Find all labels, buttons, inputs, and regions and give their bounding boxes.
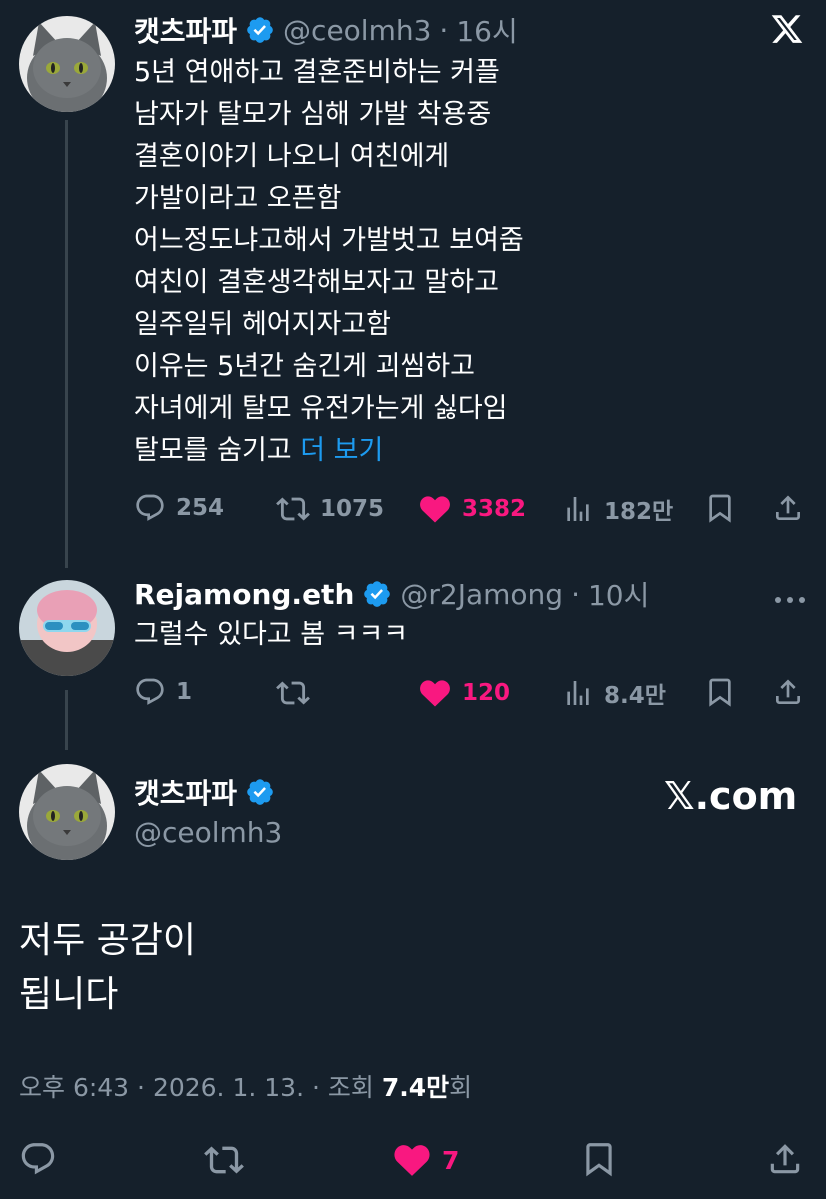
tweet-body: 저두 공감이 됩니다 (19, 914, 196, 1022)
tweet-line-text: 탈모를 숨기고 (134, 435, 292, 466)
heart-icon (420, 680, 450, 707)
more-icon[interactable] (774, 590, 806, 609)
reply-icon (21, 1143, 55, 1175)
tweet-line: 자녀에게 탈모 유전가는게 싫다임 (134, 393, 508, 424)
reply-button[interactable]: 254 (134, 492, 224, 524)
share-icon (770, 1144, 800, 1174)
separator-dot: · (571, 577, 580, 611)
retweet-icon (204, 1146, 244, 1174)
avatar[interactable] (19, 16, 115, 112)
thread-line-1 (65, 120, 68, 568)
reply-icon (136, 678, 164, 705)
bookmark-icon (709, 678, 731, 707)
like-count: 7 (442, 1145, 460, 1175)
retweet-button[interactable]: 1075 (276, 492, 384, 526)
verified-icon (247, 17, 273, 43)
views-icon (567, 681, 589, 705)
verified-icon (364, 581, 391, 607)
like-button[interactable]: 120 (418, 676, 510, 710)
tweet-line: 일주일뒤 헤어지자고함 (134, 309, 391, 340)
heart-icon (394, 1145, 430, 1176)
tweet-line: 어느정도냐고해서 가발벗고 보여줌 (134, 225, 524, 256)
like-count: 3382 (462, 496, 527, 522)
author-handle[interactable]: @ceolmh3 (283, 14, 431, 47)
avatar[interactable] (19, 764, 115, 860)
author-name[interactable]: Rejamong.eth (134, 578, 354, 611)
views-count: 182만 (604, 499, 674, 525)
reply-button[interactable] (19, 1140, 57, 1178)
share-button[interactable] (772, 676, 804, 708)
author-name[interactable]: 캣츠파파 (134, 10, 237, 50)
bookmark-button[interactable] (704, 492, 736, 524)
separator-dot: · (439, 13, 449, 47)
tweet-line: 탈모를 숨기고 더 보기 (134, 430, 524, 472)
views-button[interactable]: 8.4만 (562, 676, 666, 710)
tweet-line: 남자가 탈모가 심해 가발 착용중 (134, 99, 492, 130)
bookmark-icon (709, 494, 731, 523)
thread-line-2 (65, 690, 68, 750)
share-button[interactable] (772, 492, 804, 524)
views-suffix: 회 (449, 1073, 473, 1102)
views-button[interactable]: 182만 (562, 492, 673, 526)
retweet-count: 1075 (320, 496, 385, 522)
like-count: 120 (462, 680, 511, 706)
share-button[interactable] (766, 1140, 804, 1178)
author-name[interactable]: 캣츠파파 (134, 772, 237, 812)
tweet-body: 5년 연애하고 결혼준비하는 커플 남자가 탈모가 심해 가발 착용중 결혼이야… (134, 52, 524, 472)
tweet-line: 저두 공감이 (19, 920, 197, 961)
tweet-line: 5년 연애하고 결혼준비하는 커플 (134, 57, 500, 88)
heart-icon (420, 496, 450, 523)
retweet-icon (276, 497, 310, 521)
tweet-line: 이유는 5년간 숨긴게 괴씸하고 (134, 351, 476, 382)
retweet-button[interactable] (204, 1140, 244, 1180)
share-icon (776, 495, 800, 520)
verified-icon (247, 779, 273, 805)
tweet-meta: 오후 6:43 · 2026. 1. 13. · 조회 7.4만회 (19, 1073, 473, 1102)
views-count: 7.4만 (381, 1073, 450, 1102)
bookmark-icon (586, 1143, 612, 1177)
views-icon (567, 497, 589, 521)
tweet-line: 됩니다 (19, 974, 119, 1015)
avatar[interactable] (19, 580, 115, 676)
timestamp[interactable]: 16시 (456, 10, 517, 50)
timestamp[interactable]: 10시 (588, 574, 649, 614)
views-count: 8.4만 (604, 683, 666, 709)
show-more-link[interactable]: 더 보기 (300, 435, 383, 466)
author-handle[interactable]: @ceolmh3 (134, 816, 282, 849)
post-time[interactable]: 오후 6:43 (19, 1073, 129, 1102)
reply-count: 254 (176, 495, 225, 521)
retweet-button[interactable] (276, 676, 310, 710)
tweet-line: 결혼이야기 나오니 여친에게 (134, 141, 450, 172)
tweet-line: 가발이라고 오픈함 (134, 183, 342, 214)
x-logo-icon[interactable] (770, 12, 804, 50)
bookmark-button[interactable] (580, 1140, 618, 1178)
reply-count: 1 (176, 679, 193, 705)
share-icon (776, 679, 800, 704)
reply-button[interactable]: 1 (134, 676, 192, 708)
reply-icon (136, 494, 164, 521)
retweet-icon (276, 681, 310, 705)
author-handle[interactable]: @r2Jamong (400, 578, 563, 611)
like-button[interactable]: 7 (392, 1140, 459, 1180)
post-date[interactable]: 2026. 1. 13. (153, 1073, 304, 1102)
views-label: 조회 (327, 1073, 374, 1102)
tweet-body: 그럴수 있다고 봄 ㅋㅋㅋ (134, 619, 409, 650)
x-com-watermark: 𝕏.com (664, 774, 798, 818)
like-button[interactable]: 3382 (418, 492, 526, 526)
bookmark-button[interactable] (704, 676, 736, 708)
tweet-line: 여친이 결혼생각해보자고 말하고 (134, 267, 499, 298)
